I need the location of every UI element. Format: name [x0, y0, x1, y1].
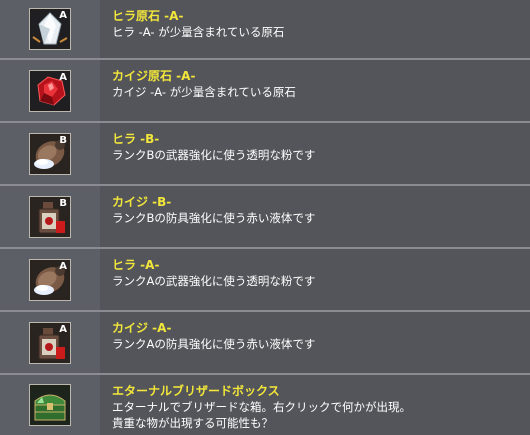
- item-text-cell: カイジ -B- ランクBの防具強化に使う赤い液体です: [100, 186, 530, 247]
- item-description: カイジ -A- が少量含まれている原石: [112, 85, 296, 99]
- list-item[interactable]: エターナルブリザードボックス エターナルでブリザードな箱。右クリックで何かが出現…: [0, 375, 530, 435]
- item-text-cell: ヒラ -B- ランクBの武器強化に使う透明な粉です: [100, 123, 530, 184]
- item-text-cell: ヒラ -A- ランクAの武器強化に使う透明な粉です: [100, 249, 530, 310]
- item-name: カイジ -A-: [112, 321, 172, 335]
- list-item[interactable]: A ヒラ -A- ランクAの武器強化に使う透明な粉です: [0, 249, 530, 310]
- item-description: エターナルでブリザードな箱。右クリックで何かが出現。: [112, 400, 411, 414]
- list-item[interactable]: A カイジ原石 -A- カイジ -A- が少量含まれている原石: [0, 60, 530, 121]
- item-name: ヒラ -A-: [112, 258, 160, 272]
- grade-badge: A: [59, 260, 67, 272]
- item-list-panel: A ヒラ原石 -A- ヒラ -A- が少量含まれている原石 A カイジ原石 -A…: [0, 0, 530, 435]
- white-crystal-icon[interactable]: A: [29, 8, 71, 50]
- item-description: ランクAの防具強化に使う赤い液体です: [112, 337, 316, 351]
- item-icon-cell: A: [0, 60, 100, 121]
- item-icon-cell: B: [0, 123, 100, 184]
- item-description: ランクBの武器強化に使う透明な粉です: [112, 148, 316, 162]
- list-item[interactable]: B ヒラ -B- ランクBの武器強化に使う透明な粉です: [0, 123, 530, 184]
- list-item[interactable]: A ヒラ原石 -A- ヒラ -A- が少量含まれている原石: [0, 0, 530, 58]
- item-name: エターナルブリザードボックス: [112, 384, 280, 398]
- powder-sack-icon[interactable]: B: [29, 132, 71, 175]
- item-name: ヒラ原石 -A-: [112, 9, 184, 23]
- list-item[interactable]: B カイジ -B- ランクBの防具強化に使う赤い液体です: [0, 186, 530, 247]
- item-description: ランクBの防具強化に使う赤い液体です: [112, 211, 316, 225]
- item-icon-cell: B: [0, 186, 100, 247]
- item-icon-cell: A: [0, 249, 100, 310]
- item-description: 貴重な物が出現する可能性も？: [112, 416, 273, 430]
- grade-badge: A: [59, 323, 67, 335]
- item-icon-cell: A: [0, 312, 100, 373]
- item-name: カイジ -B-: [112, 195, 172, 209]
- red-potion-icon[interactable]: B: [29, 195, 71, 238]
- item-icon-cell: [0, 375, 100, 435]
- item-text-cell: ヒラ原石 -A- ヒラ -A- が少量含まれている原石: [100, 0, 530, 58]
- item-name: カイジ原石 -A-: [112, 69, 196, 83]
- item-text-cell: エターナルブリザードボックス エターナルでブリザードな箱。右クリックで何かが出現…: [100, 375, 530, 435]
- item-name: ヒラ -B-: [112, 132, 160, 146]
- item-description: ヒラ -A- が少量含まれている原石: [112, 25, 285, 39]
- item-description: ランクAの武器強化に使う透明な粉です: [112, 274, 316, 288]
- red-crystal-icon[interactable]: A: [29, 69, 71, 112]
- grade-badge: B: [59, 197, 67, 209]
- grade-badge: A: [59, 71, 67, 83]
- red-potion-icon[interactable]: A: [29, 321, 71, 364]
- item-text-cell: カイジ -A- ランクAの防具強化に使う赤い液体です: [100, 312, 530, 373]
- grade-badge: A: [59, 10, 67, 21]
- powder-sack-icon[interactable]: A: [29, 258, 71, 301]
- green-treasure-chest-icon[interactable]: [29, 384, 71, 426]
- grade-badge: B: [59, 134, 67, 146]
- item-text-cell: カイジ原石 -A- カイジ -A- が少量含まれている原石: [100, 60, 530, 121]
- list-item[interactable]: A カイジ -A- ランクAの防具強化に使う赤い液体です: [0, 312, 530, 373]
- item-icon-cell: A: [0, 0, 100, 58]
